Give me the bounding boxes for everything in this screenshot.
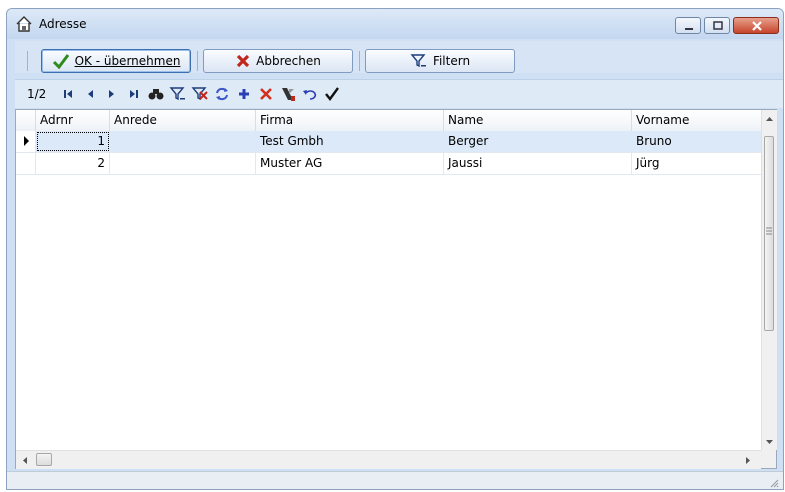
checkmark-icon bbox=[52, 54, 69, 69]
column-header-anrede[interactable]: Anrede bbox=[110, 110, 256, 131]
cell-adrnr[interactable]: 1 bbox=[36, 131, 110, 152]
cell-adrnr[interactable]: 2 bbox=[36, 153, 110, 174]
close-icon bbox=[752, 21, 762, 31]
scrollbar-corner bbox=[761, 450, 776, 468]
row-indicator-header bbox=[16, 110, 36, 131]
grip-icon bbox=[766, 227, 772, 235]
table-row[interactable]: 2 Muster AG Jaussi Jürg bbox=[16, 153, 761, 175]
toolbar-separator bbox=[197, 51, 198, 71]
refresh-icon[interactable] bbox=[213, 85, 231, 103]
close-button[interactable] bbox=[733, 17, 779, 34]
add-record-icon[interactable] bbox=[235, 85, 253, 103]
maximize-button[interactable] bbox=[704, 17, 730, 34]
filter-button[interactable]: Filtern bbox=[365, 49, 515, 73]
cell-firma[interactable]: Muster AG bbox=[256, 153, 444, 174]
row-indicator[interactable] bbox=[16, 153, 36, 174]
record-position: 1/2 bbox=[27, 87, 47, 101]
scroll-up-icon[interactable] bbox=[765, 115, 774, 123]
delete-record-icon[interactable] bbox=[257, 85, 275, 103]
next-record-icon[interactable] bbox=[103, 85, 121, 103]
cell-name[interactable]: Berger bbox=[444, 131, 632, 152]
ok-button[interactable]: OK - übernehmen bbox=[41, 49, 191, 73]
table-row[interactable]: 1 Test Gmbh Berger Bruno bbox=[16, 131, 761, 153]
column-header-adrnr[interactable]: Adrnr bbox=[36, 110, 110, 131]
scroll-left-icon[interactable] bbox=[21, 456, 29, 465]
first-record-icon[interactable] bbox=[59, 85, 77, 103]
grid-header: Adrnr Anrede Firma Name Vorname bbox=[16, 110, 761, 132]
vertical-scroll-thumb[interactable] bbox=[764, 136, 774, 331]
cancel-button[interactable]: Abbrechen bbox=[203, 49, 353, 73]
column-header-vorname[interactable]: Vorname bbox=[632, 110, 761, 131]
toolbar-separator bbox=[27, 51, 28, 71]
settings-icon[interactable] bbox=[279, 85, 297, 103]
address-window: Adresse OK - übernehmen Abbrechen Filter… bbox=[6, 8, 784, 490]
undo-icon[interactable] bbox=[301, 85, 319, 103]
house-icon bbox=[16, 16, 32, 32]
resize-grip-icon[interactable] bbox=[769, 478, 779, 488]
action-toolbar: OK - übernehmen Abbrechen Filtern bbox=[15, 41, 783, 73]
status-bar bbox=[7, 471, 783, 489]
maximize-icon bbox=[713, 21, 723, 30]
cell-vorname[interactable]: Bruno bbox=[632, 131, 761, 152]
horizontal-scroll-thumb[interactable] bbox=[36, 453, 52, 466]
window-title: Adresse bbox=[39, 17, 87, 31]
filter-button-label: Filtern bbox=[432, 54, 471, 68]
scroll-right-icon[interactable] bbox=[744, 456, 752, 465]
cell-firma[interactable]: Test Gmbh bbox=[256, 131, 444, 152]
filter-icon[interactable] bbox=[169, 85, 187, 103]
minimize-icon bbox=[685, 28, 693, 30]
toolbar-separator bbox=[359, 51, 360, 71]
find-icon[interactable] bbox=[147, 85, 165, 103]
scroll-down-icon[interactable] bbox=[765, 438, 774, 446]
funnel-icon bbox=[410, 54, 426, 68]
vertical-scrollbar[interactable] bbox=[761, 110, 777, 450]
cell-anrede[interactable] bbox=[110, 153, 256, 174]
cell-anrede[interactable] bbox=[110, 131, 256, 152]
minimize-button[interactable] bbox=[675, 17, 701, 34]
ok-button-label: OK - übernehmen bbox=[74, 54, 181, 68]
cancel-x-icon bbox=[237, 54, 250, 68]
cell-name[interactable]: Jaussi bbox=[444, 153, 632, 174]
column-header-name[interactable]: Name bbox=[444, 110, 632, 131]
clear-filter-icon[interactable] bbox=[191, 85, 209, 103]
navigation-bar: 1/2 bbox=[15, 79, 783, 108]
confirm-icon[interactable] bbox=[323, 85, 341, 103]
prev-record-icon[interactable] bbox=[81, 85, 99, 103]
last-record-icon[interactable] bbox=[125, 85, 143, 103]
cancel-button-label: Abbrechen bbox=[256, 54, 321, 68]
address-grid[interactable]: Adrnr Anrede Firma Name Vorname 1 Test G… bbox=[15, 109, 777, 469]
column-header-firma[interactable]: Firma bbox=[256, 110, 444, 131]
current-row-arrow-icon bbox=[24, 136, 29, 146]
horizontal-scrollbar[interactable] bbox=[16, 450, 761, 469]
cell-vorname[interactable]: Jürg bbox=[632, 153, 761, 174]
row-indicator[interactable] bbox=[16, 131, 36, 152]
title-bar[interactable]: Adresse bbox=[7, 9, 783, 39]
